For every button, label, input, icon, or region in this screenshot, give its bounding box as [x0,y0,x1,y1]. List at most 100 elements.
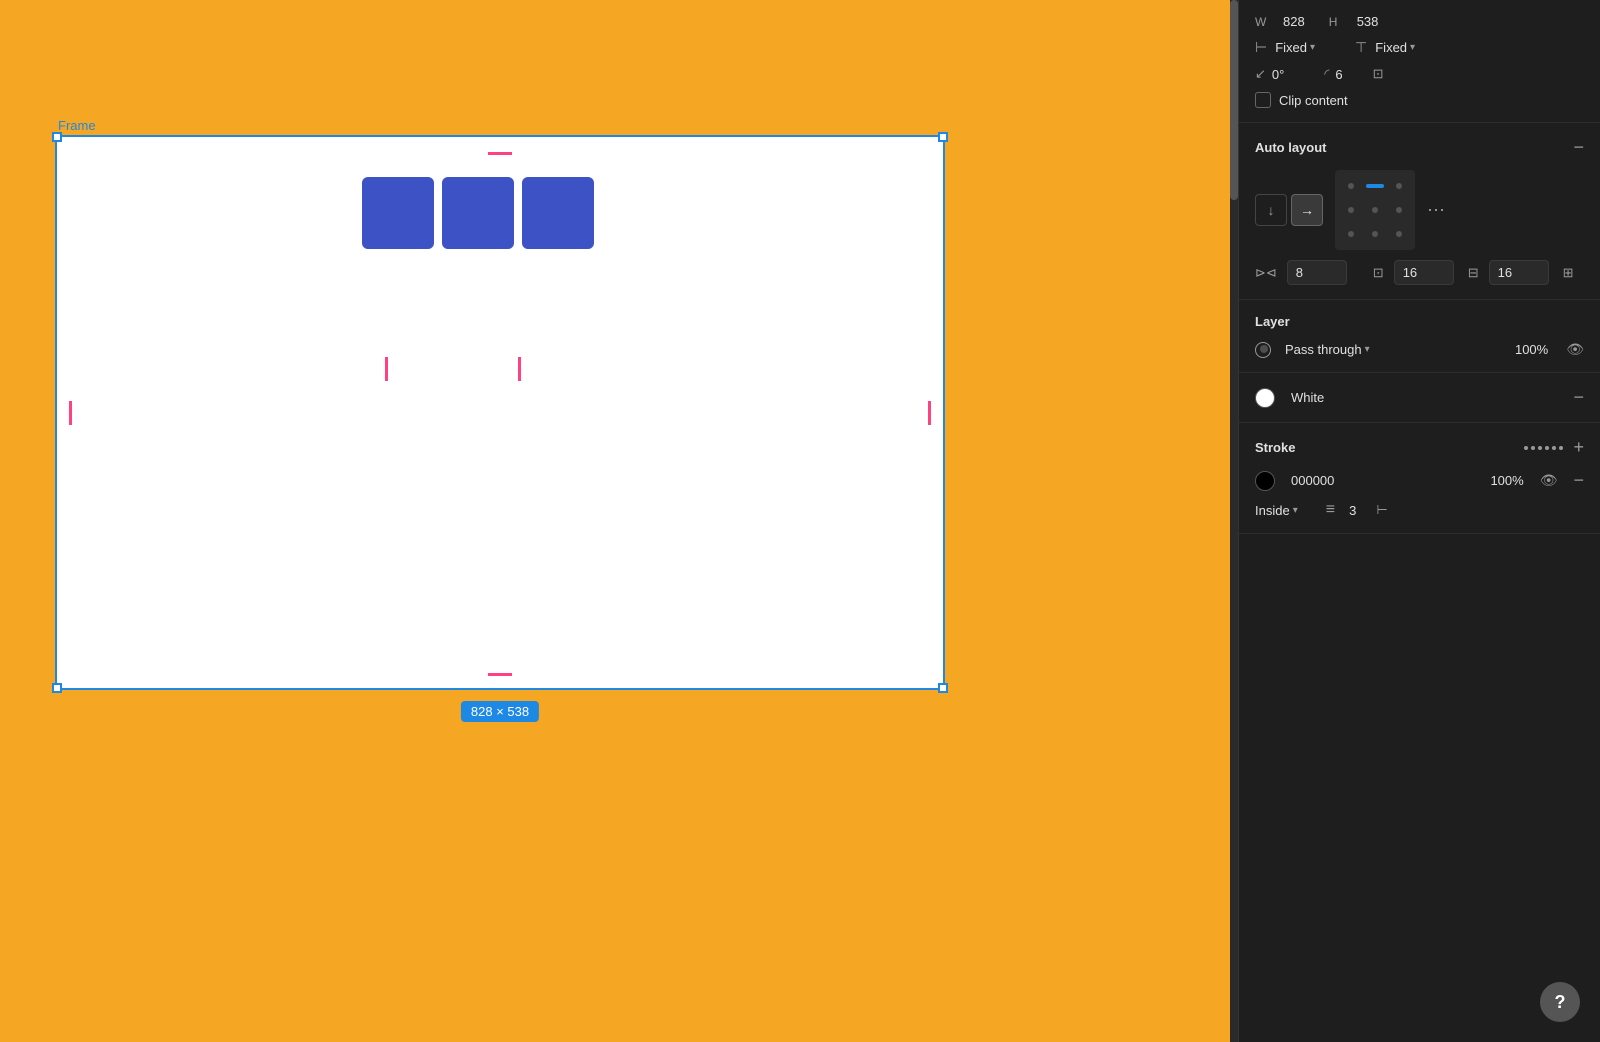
align-dot-ml [1348,207,1354,213]
fill-color-name: White [1291,390,1324,405]
dimension-label: 828 × 538 [461,701,539,722]
right-panel: W 828 H 538 ⊢ Fixed ▾ ⊤ Fixed ▾ ↙ 0° [1238,0,1600,1042]
blend-mode-icon [1255,342,1271,358]
constraint-v-chevron: ▾ [1410,42,1415,53]
fill-row: White − [1255,387,1584,408]
frame-label: Frame [58,118,96,133]
constraint-v-icon: ⊤ [1355,39,1367,56]
opacity-value: 100% [1515,342,1548,357]
clip-content-checkbox[interactable] [1255,92,1271,108]
stroke-width-value: 3 [1349,503,1356,518]
layer-blend-row: Pass through ▾ 100% 👁 [1255,341,1584,358]
alignment-grid[interactable] [1335,170,1415,250]
handle-top-left[interactable] [52,132,62,142]
fill-color-swatch[interactable] [1255,388,1275,408]
constraint-h-chevron: ▾ [1310,42,1315,53]
align-marker-left [69,401,72,425]
constraint-h-icon: ⊢ [1255,39,1267,56]
auto-layout-section: Auto layout − ↓ → ⋯ [1239,123,1600,300]
align-marker-right [928,401,931,425]
stroke-cap-icon: ⊢ [1376,502,1387,518]
stroke-lines-icon: ≡ [1326,501,1335,519]
align-dot-br [1396,231,1402,237]
stroke-section: Stroke + 000000 100% 👁 − [1239,423,1600,534]
stroke-style-icon[interactable] [1524,446,1563,450]
stroke-opacity-value: 100% [1490,473,1523,488]
corner-radius-value: 6 [1335,67,1342,82]
padding-v-icon: ⊟ [1468,265,1479,281]
constraint-vertical-value: Fixed [1375,40,1407,55]
scrollbar-strip [1230,0,1238,1042]
blend-mode-dropdown[interactable]: Pass through ▾ [1285,342,1370,357]
layer-visibility-toggle[interactable]: 👁 [1566,341,1584,358]
align-marker-top [488,152,512,155]
fill-remove-btn[interactable]: − [1573,387,1584,408]
align-dot-bl [1348,231,1354,237]
layer-section: Layer Pass through ▾ 100% 👁 [1239,300,1600,373]
align-bar-top [1366,184,1384,188]
blend-mode-chevron: ▾ [1365,344,1370,355]
w-value: 828 [1283,14,1305,29]
padding-h-input[interactable] [1394,260,1454,285]
constraint-horizontal-value: Fixed [1275,40,1307,55]
blend-mode-value: Pass through [1285,342,1362,357]
auto-layout-remove-icon[interactable]: − [1573,137,1584,158]
gap-input[interactable] [1287,260,1347,285]
clip-content-row: Clip content [1255,92,1584,108]
stroke-position-row: Inside ▾ ≡ 3 ⊢ [1255,501,1584,519]
fill-section: White − [1239,373,1600,423]
stroke-color-swatch[interactable] [1255,471,1275,491]
gap-row: ⊳⊲ ⊡ ⊟ ⊞ [1255,260,1584,285]
w-label: W [1255,15,1273,29]
constraint-horizontal-dropdown[interactable]: Fixed ▾ [1275,40,1315,55]
h-label: H [1329,15,1347,29]
align-dot-tr [1396,183,1402,189]
frame-container[interactable]: 828 × 538 [55,135,945,690]
rotation-icon: ↙ [1255,66,1266,82]
gap-icon: ⊳⊲ [1255,265,1277,281]
direction-down-btn[interactable]: ↓ [1255,194,1287,226]
canvas-stacking-icon: ⊞ [1563,265,1574,281]
direction-right-btn[interactable]: → [1291,194,1323,226]
padding-h-icon: ⊡ [1373,265,1384,281]
stroke-add-btn[interactable]: + [1573,437,1584,458]
blue-box-3[interactable] [522,177,594,249]
rotation-value: 0° [1272,67,1284,82]
align-dot-mr [1396,207,1402,213]
h-value: 538 [1357,14,1379,29]
align-marker-mid2 [518,357,521,381]
width-field[interactable]: W 828 [1255,14,1305,29]
corner-radius-icon: ◜ [1324,66,1329,82]
stroke-position-dropdown[interactable]: Inside ▾ [1255,503,1298,518]
auto-layout-more-options[interactable]: ⋯ [1427,200,1446,221]
align-dot-bm [1372,231,1378,237]
stroke-remove-btn[interactable]: − [1573,470,1584,491]
layer-title: Layer [1255,314,1290,329]
align-dot-center [1372,207,1378,213]
stroke-visibility-toggle[interactable]: 👁 [1540,472,1558,489]
auto-layout-title: Auto layout [1255,140,1327,155]
padding-v-input[interactable] [1489,260,1549,285]
stroke-hex-value: 000000 [1291,473,1334,488]
scrollbar-thumb[interactable] [1230,0,1238,200]
boxes-container [362,177,594,249]
handle-bottom-left[interactable] [52,683,62,693]
align-marker-mid1 [385,357,388,381]
stroke-color-row: 000000 100% 👁 − [1255,470,1584,491]
blue-box-1[interactable] [362,177,434,249]
align-marker-bottom [488,673,512,676]
clip-icon: ⊡ [1373,66,1384,82]
blue-box-2[interactable] [442,177,514,249]
height-field[interactable]: H 538 [1329,14,1379,29]
stroke-position-value: Inside [1255,503,1290,518]
constraint-vertical-dropdown[interactable]: Fixed ▾ [1375,40,1415,55]
direction-buttons: ↓ → [1255,194,1323,226]
handle-bottom-right[interactable] [938,683,948,693]
clip-content-label: Clip content [1279,93,1348,108]
canvas-area: Frame 828 × 538 [0,0,1238,1042]
stroke-title: Stroke [1255,440,1295,455]
dimensions-section: W 828 H 538 ⊢ Fixed ▾ ⊤ Fixed ▾ ↙ 0° [1239,0,1600,123]
handle-top-right[interactable] [938,132,948,142]
stroke-position-chevron: ▾ [1293,505,1298,516]
help-button[interactable]: ? [1540,982,1580,1022]
